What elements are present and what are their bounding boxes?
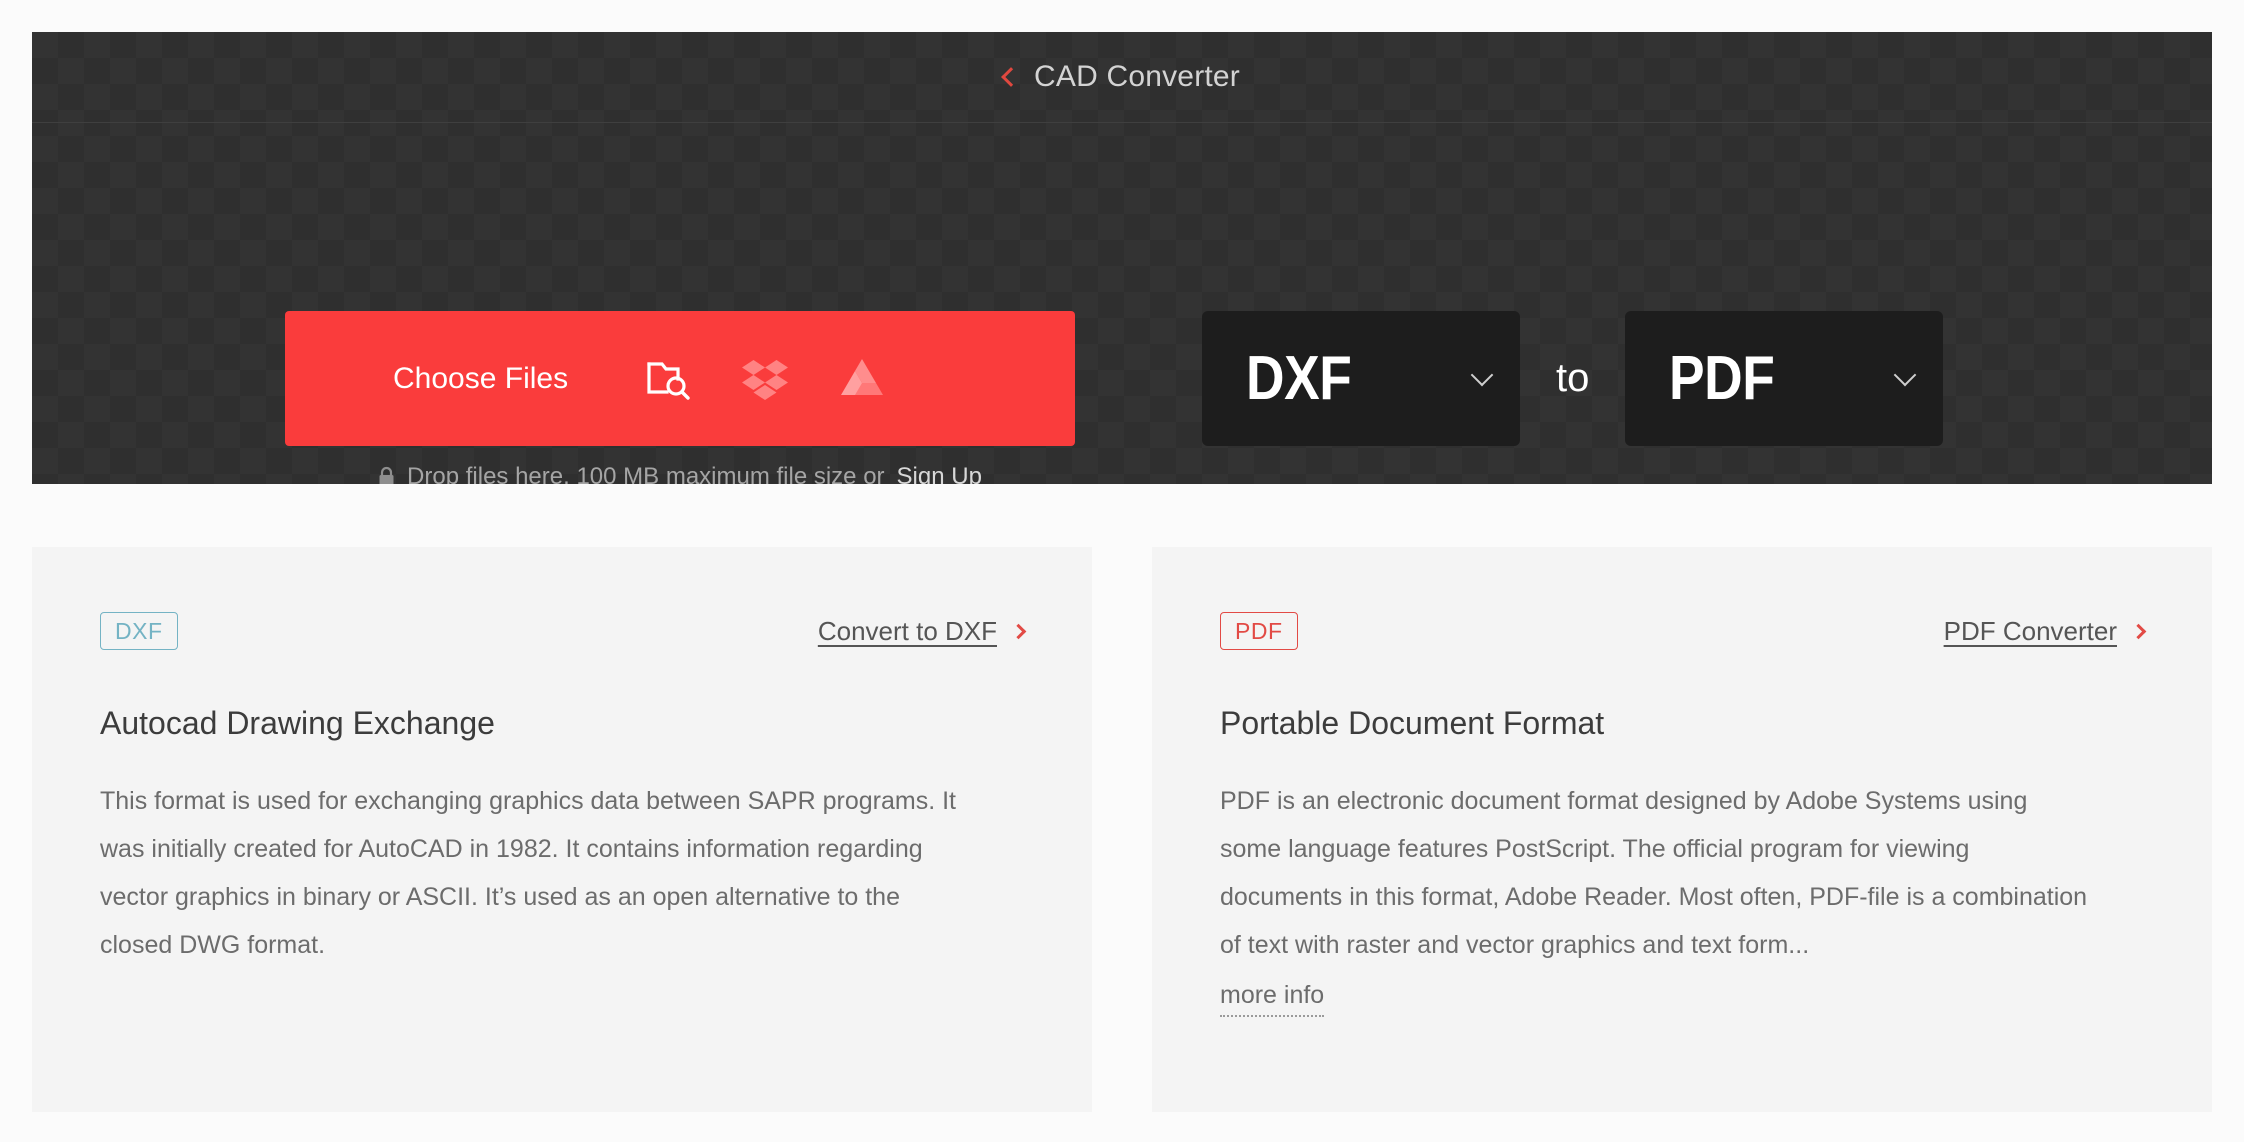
source-format-select[interactable]: DXF xyxy=(1202,311,1520,446)
chevron-down-icon[interactable] xyxy=(1470,363,1494,386)
more-info-link[interactable]: more info xyxy=(1220,975,1325,1017)
chevron-right-icon xyxy=(2130,623,2147,639)
lock-icon xyxy=(378,466,395,484)
card-link-label: Convert to DXF xyxy=(817,615,997,646)
choose-files-label: Choose Files xyxy=(393,361,569,395)
card-description: PDF is an electronic document format des… xyxy=(1220,787,2088,959)
drop-hint: Drop files here. 100 MB maximum file siz… xyxy=(285,463,1075,484)
upload-source-icons xyxy=(646,358,884,400)
info-card-pdf: PDF PDF Converter Portable Document Form… xyxy=(1152,547,2212,1112)
dropbox-icon[interactable] xyxy=(742,358,789,400)
page-title: CAD Converter xyxy=(1034,60,1240,93)
card-link-label: PDF Converter xyxy=(1943,615,2117,646)
card-header: PDF PDF Converter xyxy=(1220,609,2147,653)
card-header: DXF Convert to DXF xyxy=(100,609,1027,653)
target-format-select[interactable]: PDF xyxy=(1625,311,1944,446)
format-separator-label: to xyxy=(1556,356,1590,400)
source-format-value: DXF xyxy=(1246,343,1352,413)
card-description: This format is used for exchanging graph… xyxy=(100,787,956,959)
chevron-left-icon[interactable] xyxy=(1001,67,1021,87)
folder-search-icon[interactable] xyxy=(646,358,690,400)
converter-body: Choose Files Drop files here. 100 MB max… xyxy=(32,123,2212,484)
format-badge: DXF xyxy=(100,611,178,651)
sign-up-link[interactable]: Sign Up xyxy=(897,463,982,484)
card-title: Autocad Drawing Exchange xyxy=(100,705,495,741)
chevron-right-icon xyxy=(1010,623,1027,639)
converter-panel: CAD Converter Choose Files Drop files he… xyxy=(32,32,2212,484)
target-format-value: PDF xyxy=(1669,343,1775,413)
panel-titlebar: CAD Converter xyxy=(32,32,2212,123)
format-info-cards: DXF Convert to DXF Autocad Drawing Excha… xyxy=(32,547,2212,1112)
pdf-converter-link[interactable]: PDF Converter xyxy=(1943,615,2147,647)
chevron-down-icon[interactable] xyxy=(1894,363,1917,386)
format-selector-row: DXF to PDF xyxy=(1202,311,1944,446)
drop-hint-text: Drop files here. 100 MB maximum file siz… xyxy=(407,463,885,484)
google-drive-icon[interactable] xyxy=(840,358,884,399)
info-card-dxf: DXF Convert to DXF Autocad Drawing Excha… xyxy=(32,547,1092,1112)
choose-files-button[interactable]: Choose Files xyxy=(285,311,1075,446)
card-title: Portable Document Format xyxy=(1220,705,1605,741)
convert-to-dxf-link[interactable]: Convert to DXF xyxy=(817,615,1027,647)
format-badge: PDF xyxy=(1220,611,1298,651)
